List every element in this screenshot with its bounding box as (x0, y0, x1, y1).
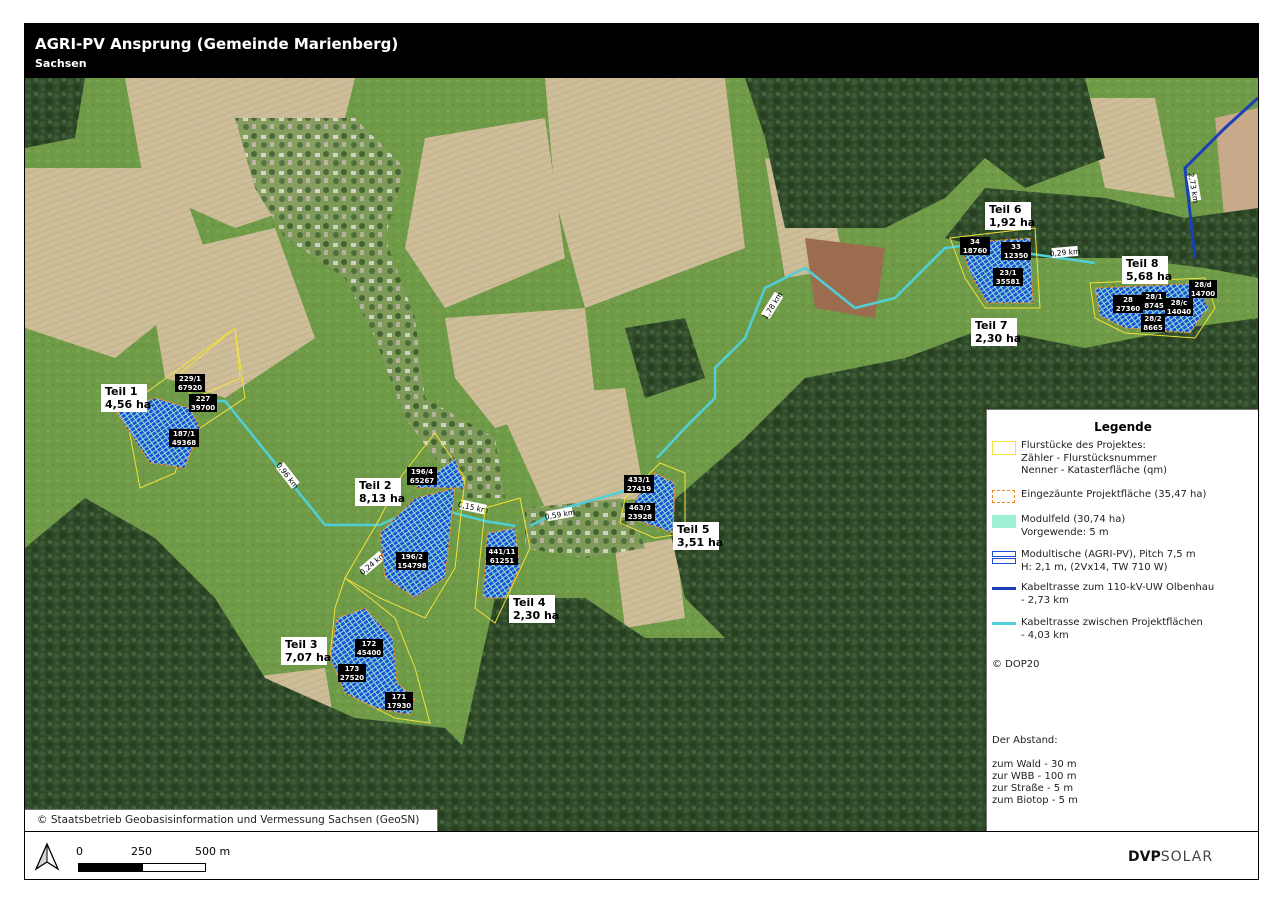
parcel-area: 67920 (178, 384, 202, 392)
part-name: Teil 5 (677, 523, 710, 536)
distance-item: zur Straße - 5 m (992, 783, 1074, 794)
distance-title: Der Abstand: (992, 735, 1058, 746)
distance-item: zur WBB - 100 m (992, 771, 1077, 782)
brand-light: SOLAR (1160, 849, 1214, 865)
scale-bar: 0 250 500 m (76, 845, 238, 875)
parcel-area: 8745 (1144, 302, 1164, 310)
legend-text: Modultische (AGRI-PV), Pitch 7,5 m (1021, 549, 1196, 560)
parcel-num: 229/1 (179, 375, 201, 383)
parcel-num: 196/4 (411, 468, 433, 476)
parcel-num: 23/1 (999, 269, 1016, 277)
part-name: Teil 2 (359, 479, 392, 492)
legend-title: Legende (1094, 420, 1152, 434)
parcel-area: 23928 (628, 513, 652, 521)
scale-label: 250 (131, 845, 152, 858)
parcel-num: 28 (1123, 296, 1133, 304)
distance-item: zum Wald - 30 m (992, 759, 1077, 770)
parcel-symbol-icon (992, 441, 1016, 455)
parcel-area: 17930 (387, 702, 411, 710)
parcel-area: 39700 (191, 404, 215, 412)
parcel-area: 65267 (410, 477, 434, 485)
part-name: Teil 6 (989, 203, 1022, 216)
parcel-num: 34 (970, 238, 980, 246)
parcel-area: 8665 (1143, 324, 1163, 332)
parcel-num: 463/3 (629, 504, 651, 512)
map-title: AGRI-PV Ansprung (Gemeinde Marienberg) (35, 35, 399, 53)
part-name: Teil 3 (285, 638, 318, 651)
parcel-num: 187/1 (173, 430, 195, 438)
part-name: Teil 1 (105, 385, 138, 398)
cable-main-symbol-icon (992, 587, 1016, 590)
part-name: Teil 7 (975, 319, 1008, 332)
distance-item: zum Biotop - 5 m (992, 795, 1078, 806)
modulfeld-symbol-icon (992, 515, 1016, 528)
map-frame: AGRI-PV Ansprung (Gemeinde Marienberg) S… (24, 23, 1259, 880)
dop-credit: © DOP20 (992, 659, 1040, 670)
legend-text: - 2,73 km (1021, 594, 1069, 606)
part-area: 3,51 ha (677, 536, 723, 549)
parcel-area: 14700 (1191, 290, 1215, 298)
parcel-num: 173 (345, 665, 360, 673)
part-name: Teil 8 (1126, 257, 1159, 270)
parcel-num: 433/1 (628, 476, 650, 484)
parcel-area: 45400 (357, 649, 381, 657)
parcel-area: 18760 (963, 247, 987, 255)
parcel-num: 28/d (1194, 281, 1211, 289)
modultische-symbol-icon (992, 551, 1016, 565)
legend-text: Kabeltrasse zwischen Projektflächen (1021, 617, 1203, 628)
legend-panel: Legende Flurstücke des Projektes: Zähler… (986, 409, 1258, 832)
legend-text: Flurstücke des Projektes: (1021, 440, 1146, 451)
parcel-num: 33 (1011, 243, 1021, 251)
parcel-area: 27360 (1116, 305, 1140, 313)
parcel-area: 27520 (340, 674, 364, 682)
fence-symbol-icon (992, 490, 1015, 503)
copyright-notice: © Staatsbetrieb Geobasisinformation und … (25, 809, 438, 847)
parcel-num: 441/11 (489, 548, 516, 556)
bottom-bar: 0 250 500 m DVPSOLAR (25, 831, 1258, 879)
legend-text: Zähler - Flurstücksnummer (1021, 452, 1157, 464)
parcel-num: 227 (196, 395, 211, 403)
parcel-num: 28/c (1171, 299, 1187, 307)
legend-text: Kabeltrasse zum 110-kV-UW Olbenhau (1021, 582, 1215, 593)
brand-bold: DVP (1128, 849, 1161, 865)
map-subtitle: Sachsen (35, 57, 87, 70)
part-area: 7,07 ha (285, 651, 331, 664)
part-area: 1,92 ha (989, 216, 1035, 229)
parcel-num: 196/2 (401, 553, 423, 561)
parcel-area: 12350 (1004, 252, 1028, 260)
part-area: 4,56 ha (105, 398, 151, 411)
north-arrow-icon (34, 842, 60, 871)
parcel-area: 14040 (1167, 308, 1191, 316)
parcel-num: 28/2 (1144, 315, 1161, 323)
scale-label: 500 m (195, 845, 231, 858)
part-name: Teil 4 (513, 596, 546, 609)
part-area: 5,68 ha (1126, 270, 1172, 283)
parcel-area: 61251 (490, 557, 514, 565)
legend-text: Eingezäunte Projektfläche (35,47 ha) (1021, 489, 1207, 500)
legend-text: - 4,03 km (1021, 629, 1069, 641)
brand-logo: DVPSOLAR (1128, 849, 1213, 865)
parcel-num: 28/1 (1145, 293, 1162, 301)
cable-inter-symbol-icon (992, 622, 1016, 625)
part-area: 8,13 ha (359, 492, 405, 505)
parcel-area: 154798 (397, 562, 426, 570)
part-area: 2,30 ha (513, 609, 559, 622)
parcel-num: 171 (392, 693, 407, 701)
parcel-area: 35581 (996, 278, 1020, 286)
part-area: 2,30 ha (975, 332, 1021, 345)
legend-text: Modulfeld (30,74 ha) (1021, 514, 1126, 525)
parcel-area: 27419 (627, 485, 651, 493)
legend-text: Vorgewende: 5 m (1021, 526, 1109, 538)
parcel-num: 172 (362, 640, 377, 648)
legend-text: H: 2,1 m, (2Vx14, TW 710 W) (1021, 561, 1168, 573)
title-bar: AGRI-PV Ansprung (Gemeinde Marienberg) S… (25, 24, 1258, 78)
scale-label: 0 (76, 845, 83, 858)
legend-text: Nenner - Katasterfläche (qm) (1021, 465, 1167, 476)
parcel-area: 49368 (172, 439, 196, 447)
